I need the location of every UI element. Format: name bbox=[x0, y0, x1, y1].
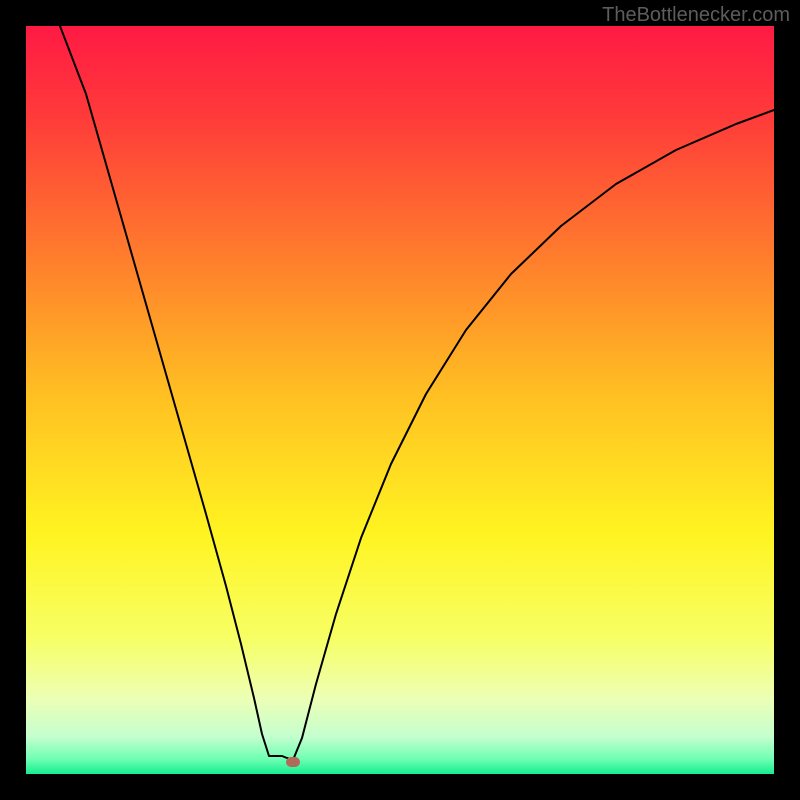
plot-area bbox=[26, 26, 774, 774]
bottleneck-curve bbox=[26, 26, 774, 774]
optimal-point-marker bbox=[286, 757, 300, 767]
outer-frame: TheBottlenecker.com bbox=[0, 0, 800, 800]
curve-left-branch bbox=[60, 26, 293, 760]
watermark-text: TheBottlenecker.com bbox=[602, 4, 790, 27]
curve-right-branch bbox=[293, 110, 774, 760]
